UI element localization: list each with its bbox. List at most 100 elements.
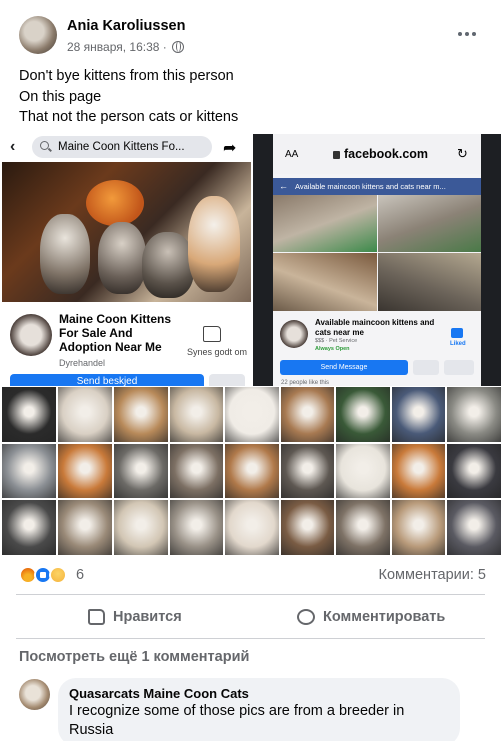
- page-logo: [280, 320, 308, 348]
- kitten-photo: [336, 443, 390, 499]
- cover-photo: [2, 162, 251, 302]
- reactions-summary[interactable]: 6: [19, 566, 84, 584]
- reaction-count: 6: [76, 567, 85, 583]
- liked-label: Liked: [450, 341, 466, 347]
- kitten-photo: [280, 443, 334, 499]
- search-icon: [40, 141, 49, 150]
- author-name[interactable]: Ania Karoliussen: [67, 18, 185, 34]
- likes-text: 22 people like this: [281, 380, 330, 386]
- kitten-photo: [378, 195, 481, 252]
- fb-header-text: Available maincoon kittens and cats near…: [295, 182, 446, 191]
- post-card: Ania Karoliussen 28 января, 16:38 · Don'…: [0, 0, 501, 741]
- post-media[interactable]: ‹ Maine Coon Kittens Fo... ➦ Maine Coon …: [0, 134, 501, 555]
- address-bar: AA facebook.com ↻: [273, 134, 481, 174]
- comment-button[interactable]: Комментировать: [297, 605, 445, 629]
- more-button: [444, 360, 474, 375]
- comment-bubble: Quasarcats Maine Coon Cats I recognize s…: [58, 678, 460, 741]
- kitten-photo: [225, 387, 279, 442]
- author-avatar[interactable]: [19, 16, 57, 54]
- open-status: Always Open: [315, 346, 350, 352]
- share-icon: ➦: [223, 140, 237, 157]
- fb-header: ← Available maincoon kittens and cats ne…: [273, 178, 481, 195]
- kitten-photo: [2, 500, 56, 555]
- page-logo: [10, 314, 52, 356]
- kitten-photo: [447, 500, 501, 555]
- comment-button-label: Комментировать: [323, 609, 446, 625]
- page-name: Maine Coon Kittens For Sale And Adoption…: [59, 312, 172, 354]
- kitten-photo: [273, 253, 377, 311]
- search-bar: Maine Coon Kittens Fo...: [32, 136, 212, 158]
- kitten-photo: [225, 443, 279, 499]
- kitten-photo: [273, 195, 377, 252]
- kitten-photo: [336, 387, 390, 442]
- globe-icon: [171, 41, 184, 53]
- post-text-line: On this page: [19, 88, 102, 105]
- url-text: facebook.com: [333, 147, 428, 161]
- kitten-photo: [170, 387, 224, 442]
- page-subtitle: $$$ · Pet Service: [315, 338, 358, 344]
- phone-screen: AA facebook.com ↻ ← Available maincoon k…: [273, 134, 481, 386]
- thumbs-up-icon: [88, 609, 105, 625]
- kitten-photo: [2, 387, 56, 442]
- like-button[interactable]: Нравится: [88, 605, 182, 629]
- kitten-photo: [378, 253, 481, 311]
- page-name: Available maincoon kittens and cats near…: [315, 318, 435, 337]
- comments-count[interactable]: Комментарии: 5: [379, 567, 486, 583]
- search-text: Maine Coon Kittens Fo...: [58, 141, 185, 153]
- right-screenshot: AA facebook.com ↻ ← Available maincoon k…: [253, 134, 501, 386]
- like-label: Synes godt om: [187, 347, 248, 357]
- photo-grid: [2, 387, 168, 555]
- kitten-image: [188, 196, 240, 292]
- kitten-photo: [114, 387, 168, 442]
- kitten-photo: [114, 500, 168, 555]
- thumbs-up-icon: [203, 326, 221, 342]
- dot-icon: [465, 32, 469, 36]
- more-button: [209, 374, 245, 386]
- dot-icon: [458, 32, 462, 36]
- dot-icon: [472, 32, 476, 36]
- kitten-image: [142, 232, 194, 298]
- post-date[interactable]: 28 января, 16:38 ·: [67, 40, 167, 54]
- view-more-comments-link[interactable]: Посмотреть ещё 1 комментарий: [19, 649, 249, 665]
- kitten-photo: [280, 500, 334, 555]
- send-message-button: Send beskjed: [10, 374, 204, 386]
- post-text: Don't bye kittens from this person On th…: [19, 66, 238, 128]
- left-screenshot: ‹ Maine Coon Kittens Fo... ➦ Maine Coon …: [2, 134, 251, 386]
- kitten-photo: [447, 443, 501, 499]
- lock-icon: [333, 151, 340, 159]
- kitten-photo: [58, 443, 112, 499]
- page-category: Dyrehandel: [59, 358, 106, 368]
- post-text-line: Don't bye kittens from this person: [19, 68, 234, 84]
- commenter-name[interactable]: Quasarcats Maine Coon Cats: [69, 686, 449, 702]
- sad-icon: [49, 566, 67, 584]
- kitten-photo: [336, 500, 390, 555]
- more-options-button[interactable]: [452, 24, 482, 44]
- kitten-photo: [225, 500, 279, 555]
- divider: [16, 638, 485, 639]
- text-size-label: AA: [285, 149, 299, 160]
- kitten-photo: [114, 443, 168, 499]
- kitten-photo: [280, 387, 334, 442]
- kitten-photo: [447, 387, 501, 442]
- reload-icon: ↻: [457, 146, 468, 161]
- send-message-button: Send Message: [280, 360, 408, 375]
- kitten-photo: [2, 443, 56, 499]
- kitten-photo: [391, 387, 446, 442]
- thumbs-up-icon: [451, 328, 463, 338]
- back-arrow-icon: ←: [279, 181, 288, 191]
- like-button-label: Нравится: [113, 609, 182, 625]
- kitten-photo: [170, 443, 224, 499]
- divider: [16, 594, 485, 595]
- comment-bubble-icon: [297, 609, 315, 625]
- photo-grids: ‹ ‹ ‹: [0, 385, 501, 555]
- kitten-photo: [391, 500, 446, 555]
- call-button: [413, 360, 439, 375]
- kitten-photo: [58, 500, 112, 555]
- pumpkin-image: [86, 180, 144, 226]
- kitten-photo: [391, 443, 446, 499]
- page-info: Maine Coon Kittens For Sale And Adoption…: [10, 312, 248, 368]
- kitten-photo: [58, 387, 112, 442]
- url-label: facebook.com: [344, 147, 429, 161]
- kitten-image: [40, 214, 90, 294]
- commenter-avatar[interactable]: [19, 679, 50, 710]
